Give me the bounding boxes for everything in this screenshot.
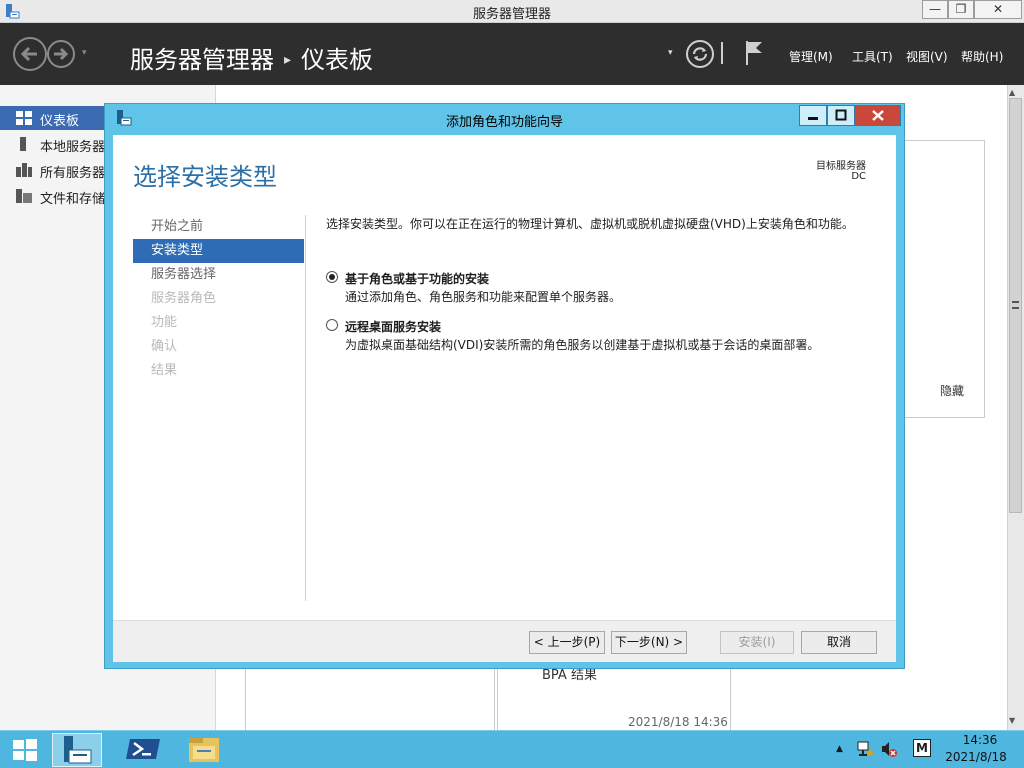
wizard-body: 选择安装类型 目标服务器 DC 开始之前 安装类型 服务器选择 服务器角色 功能… xyxy=(113,135,896,620)
step-server-roles: 服务器角色 xyxy=(151,291,217,306)
step-installation-type[interactable]: 安装类型 xyxy=(133,239,304,263)
target-server-value: DC xyxy=(851,171,866,182)
install-button: 安装(I) xyxy=(720,631,794,654)
arrow-left-icon xyxy=(20,46,37,62)
sidebar-item-label: 所有服务器 xyxy=(40,166,106,181)
header-dropdown-icon[interactable]: ▾ xyxy=(668,48,673,58)
history-dropdown-icon[interactable]: ▾ xyxy=(82,48,87,58)
wizard-minimize-button[interactable] xyxy=(799,105,827,126)
app-header: ▾ 服务器管理器 ▸ 仪表板 ▾ 管理(M) 工具(T) 视图(V) 帮助(H) xyxy=(0,23,1024,85)
radio-selected-icon[interactable] xyxy=(326,271,338,283)
menu-manage[interactable]: 管理(M) xyxy=(789,48,833,65)
taskbar-server-manager[interactable] xyxy=(52,733,102,767)
window-titlebar: 服务器管理器 — ❐ ✕ xyxy=(0,0,1024,23)
wizard-close-button[interactable] xyxy=(855,105,901,126)
clock-time[interactable]: 14:36 xyxy=(948,733,1012,747)
dashboard-icon xyxy=(16,111,32,125)
minimize-button[interactable]: — xyxy=(922,0,948,19)
arrow-right-icon xyxy=(54,47,69,61)
scroll-down-icon[interactable]: ▼ xyxy=(1009,716,1015,725)
powershell-icon xyxy=(126,739,160,759)
taskbar: ▲ M 14:36 2021/8/18 xyxy=(0,730,1024,768)
step-confirmation: 确认 xyxy=(151,339,178,354)
all-servers-icon xyxy=(16,163,32,177)
refresh-button[interactable] xyxy=(686,40,714,68)
option-title[interactable]: 远程桌面服务安装 xyxy=(345,318,441,335)
sidebar-item-label: 仪表板 xyxy=(40,114,80,129)
show-hidden-icons-icon[interactable]: ▲ xyxy=(836,744,843,754)
hide-link[interactable]: 隐藏 xyxy=(940,382,964,399)
file-storage-icon xyxy=(16,189,32,203)
close-button[interactable]: ✕ xyxy=(974,0,1022,19)
option-description: 为虚拟桌面基础结构(VDI)安装所需的角色服务以创建基于虚拟机或基于会话的桌面部… xyxy=(345,338,820,352)
close-icon xyxy=(872,110,884,121)
windows-start-icon[interactable] xyxy=(12,738,38,762)
back-button[interactable] xyxy=(13,37,47,71)
wizard-footer: < 上一步(P) 下一步(N) > 安装(I) 取消 xyxy=(113,620,896,662)
taskbar-file-explorer[interactable] xyxy=(180,733,230,767)
cancel-button[interactable]: 取消 xyxy=(801,631,877,654)
taskbar-powershell[interactable] xyxy=(120,733,170,767)
sidebar-item-label: 本地服务器 xyxy=(40,140,106,155)
menu-help[interactable]: 帮助(H) xyxy=(961,48,1003,65)
radio-unselected-icon[interactable] xyxy=(326,319,338,331)
page-title: 选择安装类型 xyxy=(133,163,277,191)
local-server-icon xyxy=(20,137,26,151)
breadcrumb-page: 仪表板 xyxy=(301,46,374,74)
header-divider xyxy=(721,42,723,64)
previous-button[interactable]: < 上一步(P) xyxy=(529,631,605,654)
breadcrumb: 服务器管理器 ▸ 仪表板 xyxy=(130,40,373,75)
scroll-up-icon[interactable]: ▲ xyxy=(1009,88,1015,97)
forward-button[interactable] xyxy=(47,40,75,68)
breadcrumb-root[interactable]: 服务器管理器 xyxy=(130,46,274,74)
server-manager-icon xyxy=(64,736,92,764)
refresh-icon xyxy=(692,47,708,61)
notifications-flag-icon[interactable] xyxy=(744,40,764,66)
card-timestamp: 2021/8/18 14:36 xyxy=(628,715,728,729)
step-features: 功能 xyxy=(151,315,178,330)
clock-date[interactable]: 2021/8/18 xyxy=(940,750,1012,764)
folder-icon xyxy=(189,738,219,762)
steps-divider xyxy=(305,215,306,601)
option-title[interactable]: 基于角色或基于功能的安装 xyxy=(345,270,489,287)
add-roles-wizard-dialog: 添加角色和功能向导 选择安装类型 目标服务器 DC 开始之前 安装类型 服务器选… xyxy=(104,103,905,669)
welcome-panel xyxy=(898,140,985,418)
scrollbar-grip-icon xyxy=(1012,301,1019,309)
step-results: 结果 xyxy=(151,363,178,378)
wizard-maximize-button[interactable] xyxy=(827,105,855,126)
volume-muted-icon[interactable] xyxy=(880,740,898,758)
page-description: 选择安装类型。你可以在正在运行的物理计算机、虚拟机或脱机虚拟硬盘(VHD)上安装… xyxy=(326,217,854,231)
menu-tools[interactable]: 工具(T) xyxy=(852,48,893,65)
target-server-label: 目标服务器 xyxy=(816,161,866,172)
breadcrumb-separator-icon: ▸ xyxy=(284,52,292,68)
next-button[interactable]: 下一步(N) > xyxy=(611,631,687,654)
wizard-title: 添加角色和功能向导 xyxy=(445,115,563,130)
window-title: 服务器管理器 xyxy=(472,7,551,22)
option-description: 通过添加角色、角色服务和功能来配置单个服务器。 xyxy=(345,290,622,304)
minimize-icon xyxy=(808,117,818,120)
restore-button[interactable]: ❐ xyxy=(948,0,974,19)
input-method-indicator[interactable]: M xyxy=(913,739,931,757)
menu-view[interactable]: 视图(V) xyxy=(906,48,948,65)
step-before-you-begin[interactable]: 开始之前 xyxy=(133,215,304,239)
network-icon[interactable] xyxy=(856,740,874,758)
maximize-icon xyxy=(835,109,847,121)
wizard-steps: 开始之前 安装类型 服务器选择 服务器角色 功能 确认 结果 xyxy=(133,215,304,383)
server-card xyxy=(245,660,495,730)
step-server-selection[interactable]: 服务器选择 xyxy=(133,263,304,287)
